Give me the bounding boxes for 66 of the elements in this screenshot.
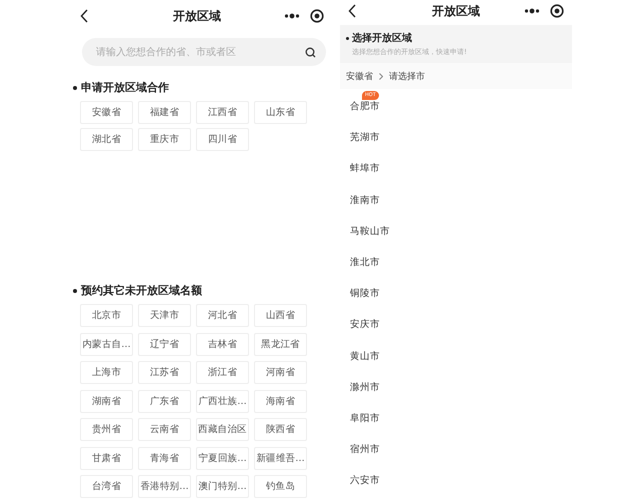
city-item[interactable]: 淮南市 [350, 194, 380, 207]
region-chip[interactable]: 湖南省 [80, 390, 133, 412]
region-chip[interactable]: 甘肃省 [80, 446, 133, 470]
region-chip[interactable]: 湖北省 [80, 128, 133, 151]
region-chip[interactable]: 天津市 [138, 304, 191, 327]
back-icon[interactable] [348, 4, 357, 18]
city-item[interactable]: 滁州市 [350, 380, 380, 394]
region-chip[interactable]: 西藏自治区 [196, 418, 249, 441]
city-item[interactable]: 六安市 [350, 474, 380, 488]
more-icon[interactable] [524, 8, 540, 14]
region-chip[interactable]: 云南省 [138, 418, 191, 441]
region-chip[interactable]: 海南省 [254, 390, 307, 412]
city-item[interactable]: 合肥市 [350, 100, 380, 114]
bullet-icon [73, 288, 77, 292]
region-chip[interactable]: 青海省 [138, 446, 191, 470]
city-item[interactable]: 铜陵市 [350, 287, 380, 300]
breadcrumb-province[interactable]: 安徽省 [346, 70, 373, 82]
region-chip[interactable]: 辽宁省 [138, 332, 191, 356]
page-title: 开放区域 [173, 8, 221, 24]
region-chip[interactable]: 重庆市 [138, 128, 191, 151]
page-title: 开放区域 [432, 2, 480, 20]
city-item[interactable]: 黄山市 [350, 350, 380, 363]
region-chip[interactable]: 广西壮族… [196, 390, 249, 412]
search-icon[interactable] [305, 46, 316, 58]
region-chip[interactable]: 安徽省 [80, 101, 133, 124]
prompt-heading: 选择开放区域 [352, 32, 412, 45]
region-chip[interactable]: 北京市 [80, 304, 133, 327]
region-chip[interactable]: 宁夏回族… [196, 446, 249, 470]
bullet-icon [346, 36, 349, 40]
back-icon[interactable] [80, 9, 89, 23]
region-chip[interactable]: 河南省 [254, 361, 307, 384]
region-chip[interactable]: 钓鱼岛 [254, 475, 307, 498]
region-chip[interactable]: 吉林省 [196, 332, 249, 356]
bullet-icon [73, 86, 77, 90]
region-chip[interactable]: 内蒙古自… [80, 332, 133, 356]
section-heading: 预约其它未开放区域名额 [81, 283, 202, 298]
city-item[interactable]: 宿州市 [350, 443, 380, 456]
region-chip[interactable]: 江苏省 [138, 361, 191, 384]
city-item[interactable]: 安庆市 [350, 318, 380, 332]
city-item[interactable]: 蚌埠市 [350, 162, 380, 176]
city-item[interactable]: 淮北市 [350, 256, 380, 270]
region-chip[interactable]: 台湾省 [80, 475, 133, 498]
region-chip[interactable]: 贵州省 [80, 418, 133, 441]
region-chip[interactable]: 江西省 [196, 101, 249, 124]
region-chip[interactable]: 福建省 [138, 101, 191, 124]
region-chip[interactable]: 河北省 [196, 304, 249, 327]
region-chip[interactable]: 香港特别… [138, 475, 191, 498]
region-chip[interactable]: 新疆维吾… [254, 446, 307, 470]
city-item[interactable]: 芜湖市 [350, 131, 380, 144]
region-chip[interactable]: 陕西省 [254, 418, 307, 441]
target-icon[interactable] [550, 4, 564, 18]
region-chip[interactable]: 澳门特别… [196, 475, 249, 498]
region-chip[interactable]: 四川省 [196, 128, 249, 151]
region-chip[interactable]: 黑龙江省 [254, 332, 307, 356]
region-chip[interactable]: 山西省 [254, 304, 307, 327]
region-chip[interactable]: 浙江省 [196, 361, 249, 384]
breadcrumb-step: 请选择市 [389, 70, 425, 82]
target-icon[interactable] [310, 9, 324, 23]
city-item[interactable]: 阜阳市 [350, 412, 380, 425]
region-chip[interactable]: 广东省 [138, 390, 191, 412]
region-chip[interactable]: 上海市 [80, 361, 133, 384]
section-heading: 申请开放区域合作 [81, 80, 169, 95]
more-icon[interactable] [284, 13, 300, 19]
chevron-icon [379, 72, 383, 80]
city-item[interactable]: 马鞍山市 [350, 224, 390, 238]
region-chip[interactable]: 山东省 [254, 101, 307, 124]
